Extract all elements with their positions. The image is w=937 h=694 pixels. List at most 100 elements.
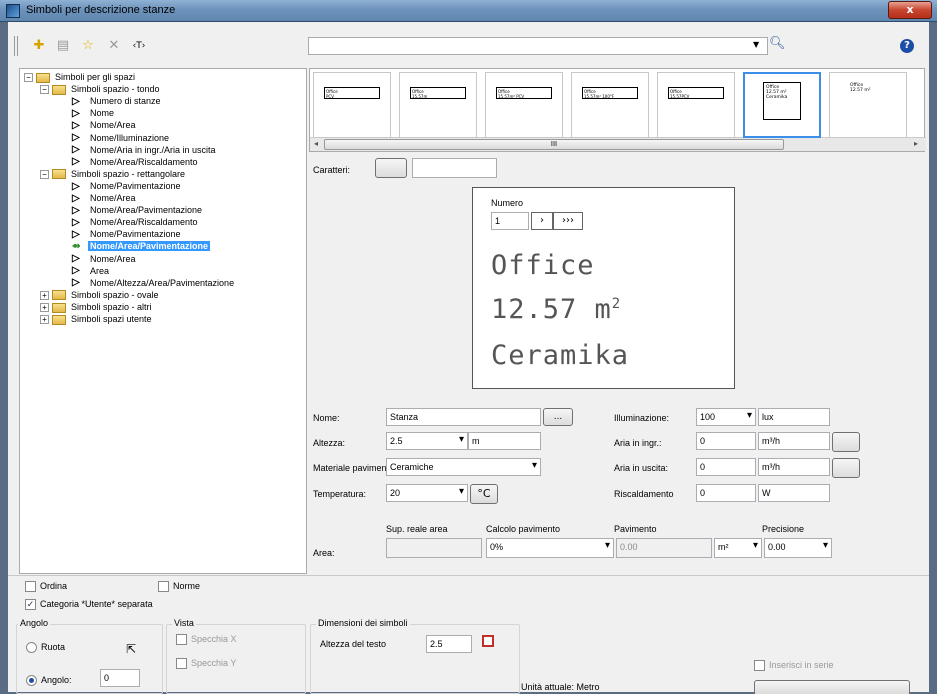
collapse-icon[interactable]: − bbox=[24, 73, 33, 83]
symbol-tree[interactable]: − Simboli per gli spazi − Simboli spazio - … bbox=[19, 68, 307, 574]
altezza-dropdown[interactable]: 2.5 bbox=[386, 432, 468, 450]
tree-leaf[interactable]: ▷ Area bbox=[72, 265, 111, 277]
symbol-thumbnail[interactable]: Office 15.57m bbox=[399, 72, 477, 138]
riscaldamento-field[interactable]: 0 bbox=[696, 484, 756, 502]
thumbnail-scrollbar[interactable]: ◂ III ▸ bbox=[310, 137, 926, 151]
specchia-x-checkbox[interactable]: Specchia X bbox=[176, 634, 237, 646]
aria-ingr-field[interactable]: 0 bbox=[696, 432, 756, 450]
symbol-thumbnail[interactable]: Office 12.57 m² bbox=[829, 72, 907, 138]
list-icon[interactable]: ▤ bbox=[53, 36, 73, 56]
tree-leaf[interactable]: ▷ Nome/Area/Riscaldamento bbox=[72, 216, 200, 228]
scroll-left-icon[interactable]: ◂ bbox=[314, 139, 318, 148]
nome-browse-button[interactable]: ... bbox=[543, 408, 573, 426]
aria-ingr-unit[interactable]: m³/h bbox=[758, 432, 830, 450]
aria-uscita-unit[interactable]: m³/h bbox=[758, 458, 830, 476]
aria-uscita-field[interactable]: 0 bbox=[696, 458, 756, 476]
inserisci-serie-checkbox[interactable]: Inserisci in serie bbox=[754, 660, 834, 672]
riscaldamento-unit[interactable]: W bbox=[758, 484, 830, 502]
scroll-right-icon[interactable]: ▸ bbox=[914, 139, 918, 148]
specchia-y-check-box[interactable] bbox=[176, 658, 187, 670]
toolbar-grip[interactable] bbox=[14, 36, 18, 56]
close-button[interactable]: x bbox=[888, 1, 932, 19]
tree-folder[interactable]: + Simboli spazi utente bbox=[40, 313, 154, 325]
scrollbar-thumb[interactable]: III bbox=[324, 139, 784, 150]
thumbnail-strip[interactable]: ◂ III ▸ Office PCV Office 15.57m Office 15.57… bbox=[309, 68, 926, 152]
tree-folder[interactable]: + Simboli spazio - ovale bbox=[40, 289, 161, 301]
pick-height-icon[interactable] bbox=[482, 635, 494, 647]
tree-leaf[interactable]: ▷ Nome/Area bbox=[72, 192, 138, 204]
preview-area-value: 12.57 m bbox=[491, 294, 612, 325]
aria-ingr-button[interactable] bbox=[832, 432, 860, 452]
expand-icon[interactable]: + bbox=[40, 290, 49, 300]
pavimento-unit-dropdown[interactable]: m² bbox=[714, 538, 762, 558]
angolo-radio[interactable]: Angolo: bbox=[26, 675, 72, 687]
tree-leaf[interactable]: ▷ Numero di stanze bbox=[72, 95, 163, 107]
symbol-thumbnail[interactable]: Office 12.57 m² Ceramika bbox=[743, 72, 821, 138]
tree-leaf[interactable]: ▷ Nome/Area/Pavimentazione bbox=[72, 204, 204, 216]
materiale-dropdown[interactable]: Ceramiche bbox=[386, 458, 541, 476]
text-icon[interactable]: ‹T› bbox=[129, 36, 149, 56]
norme-checkbox[interactable]: Norme bbox=[158, 581, 200, 593]
symbol-thumbnail[interactable]: Office 15.57PCV bbox=[657, 72, 735, 138]
altezza-unit-field[interactable]: m bbox=[468, 432, 541, 450]
norme-check-box[interactable] bbox=[158, 581, 169, 593]
next-next-number-button[interactable]: ››› bbox=[553, 212, 583, 230]
categoria-checkbox[interactable]: ✓ Categoria *Utente* separata bbox=[25, 599, 153, 611]
tree-leaf[interactable]: ▷ Nome/Pavimentazione bbox=[72, 180, 183, 192]
caratteri-font-button[interactable] bbox=[375, 158, 407, 178]
illuminazione-dropdown[interactable]: 100 bbox=[696, 408, 756, 426]
celsius-button[interactable]: °C bbox=[470, 484, 498, 504]
tree-leaf[interactable]: ▷ Nome bbox=[72, 107, 116, 119]
ruota-radio-button[interactable] bbox=[26, 642, 37, 654]
caratteri-field[interactable] bbox=[412, 158, 497, 178]
tree-leaf[interactable]: ▷ Nome/Area bbox=[72, 253, 138, 265]
angolo-field[interactable]: 0 bbox=[100, 669, 140, 687]
tree-folder[interactable]: − Simboli spazio - tondo bbox=[40, 83, 162, 95]
nome-field[interactable]: Stanza bbox=[386, 408, 541, 426]
favorite-star-icon[interactable]: ☆ bbox=[78, 36, 98, 56]
precisione-dropdown[interactable]: 0.00 bbox=[764, 538, 832, 558]
tree-folder[interactable]: − Simboli spazio - rettangolare bbox=[40, 168, 187, 180]
ordina-checkbox[interactable]: Ordina bbox=[25, 581, 67, 593]
angolo-radio-button[interactable] bbox=[26, 675, 37, 687]
specchia-x-check-box[interactable] bbox=[176, 634, 187, 646]
search-icon[interactable]: 🔍︎ bbox=[769, 36, 786, 51]
title-bar: Simboli per descrizione stanze x bbox=[0, 0, 937, 22]
altezza-testo-field[interactable]: 2.5 bbox=[426, 635, 472, 653]
help-icon[interactable]: ? bbox=[900, 39, 914, 53]
categoria-check-box[interactable]: ✓ bbox=[25, 599, 36, 611]
illuminazione-unit[interactable]: lux bbox=[758, 408, 830, 426]
search-combobox[interactable]: ▼ bbox=[308, 37, 768, 55]
tree-leaf[interactable]: ▷ Nome/Pavimentazione bbox=[72, 228, 183, 240]
ordina-check-box[interactable] bbox=[25, 581, 36, 593]
tree-folder[interactable]: + Simboli spazio - altri bbox=[40, 301, 154, 313]
thumbnail-text: 15.57PCV bbox=[670, 94, 690, 99]
delete-icon[interactable]: ✕ bbox=[104, 36, 124, 56]
symbol-thumbnail[interactable]: Office 15.57m² PCV bbox=[485, 72, 563, 138]
tree-leaf[interactable]: ▷ Nome/Illuminazione bbox=[72, 132, 171, 144]
aria-uscita-button[interactable] bbox=[832, 458, 860, 478]
next-number-button[interactable]: › bbox=[531, 212, 553, 230]
symbol-thumbnail[interactable]: Office 15.57m² 100°F bbox=[571, 72, 649, 138]
symbol-arrow-icon: ▷ bbox=[72, 144, 80, 156]
tree-leaf[interactable]: ▷ Nome/Aria in ingr./Aria in uscita bbox=[72, 144, 218, 156]
tree-leaf[interactable]: ⇴ Nome/Area/Pavimentazione bbox=[72, 240, 211, 252]
tree-leaf[interactable]: ▷ Nome/Area/Riscaldamento bbox=[72, 156, 200, 168]
collapse-icon[interactable]: − bbox=[40, 169, 49, 179]
specchia-y-checkbox[interactable]: Specchia Y bbox=[176, 658, 236, 670]
calcolo-dropdown[interactable]: 0% bbox=[486, 538, 614, 558]
new-symbol-icon[interactable]: ✚ bbox=[29, 36, 49, 56]
numero-field[interactable]: 1 bbox=[491, 212, 529, 230]
collapse-icon[interactable]: − bbox=[40, 85, 49, 95]
expand-icon[interactable]: + bbox=[40, 315, 49, 325]
tree-label: Nome/Illuminazione bbox=[90, 132, 170, 143]
symbol-thumbnail[interactable]: Office PCV bbox=[313, 72, 391, 138]
tree-leaf[interactable]: ▷ Nome/Area bbox=[72, 119, 138, 131]
inserisci-serie-check-box[interactable] bbox=[754, 660, 765, 672]
tree-folder[interactable]: − Simboli per gli spazi bbox=[24, 71, 137, 83]
expand-icon[interactable]: + bbox=[40, 303, 49, 313]
ruota-radio[interactable]: Ruota bbox=[26, 642, 65, 654]
temperatura-dropdown[interactable]: 20 bbox=[386, 484, 468, 502]
tree-leaf[interactable]: ▷ Nome/Altezza/Area/Pavimentazione bbox=[72, 277, 236, 289]
chevron-down-icon[interactable]: ▼ bbox=[753, 40, 759, 49]
